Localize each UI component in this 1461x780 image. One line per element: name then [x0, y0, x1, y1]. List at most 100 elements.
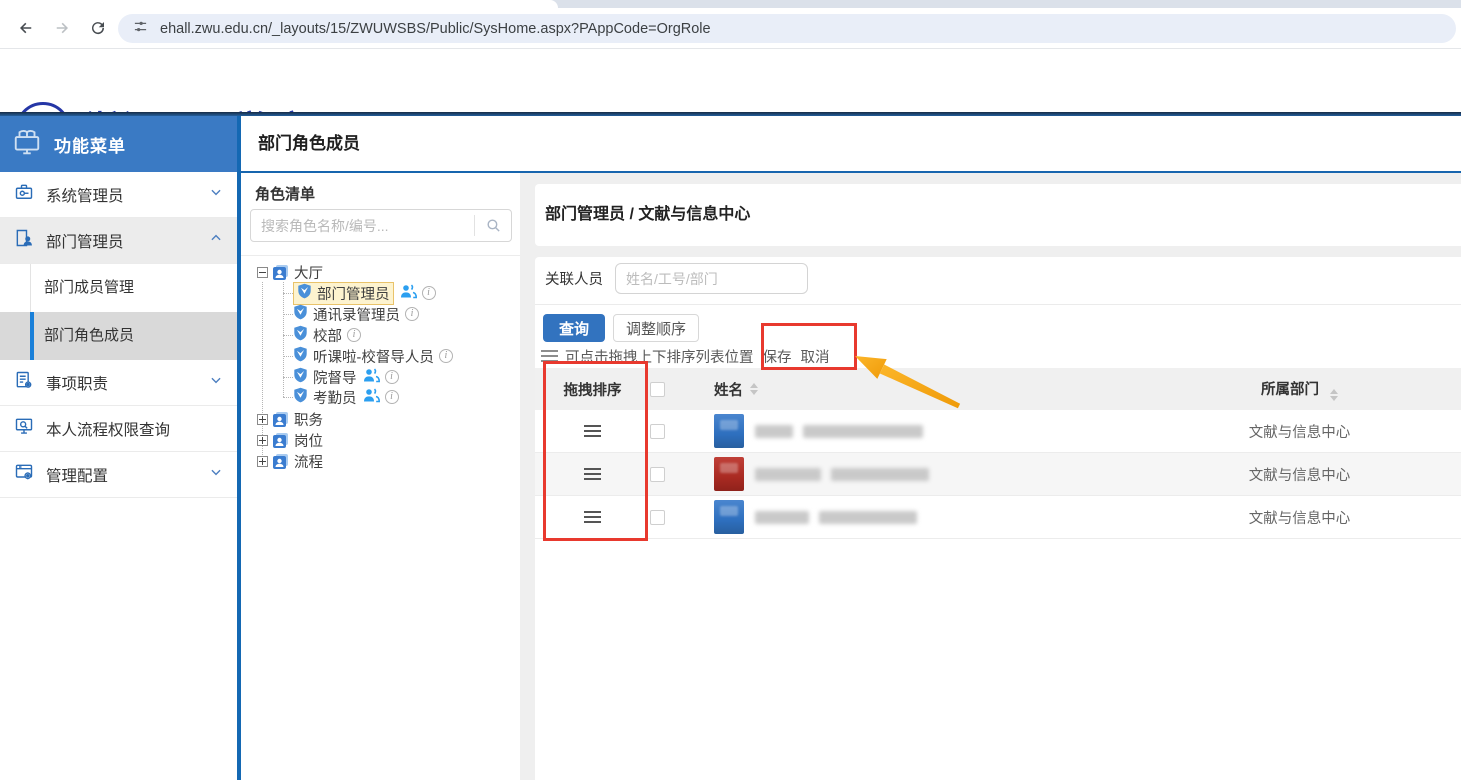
tree-node-tingkela[interactable]: 听课啦-校督导人员 i — [293, 346, 453, 366]
tree-node-zhiwu[interactable]: 职务 — [257, 409, 323, 429]
tree-node-hall[interactable]: 大厅 — [257, 262, 323, 282]
redacted-name — [755, 511, 809, 524]
tree-node-yuandudao[interactable]: 院督导 i — [293, 367, 399, 387]
avatar — [714, 414, 744, 448]
members-card: 关联人员 查询 调整顺序 可点击拖拽上下排序列表位置 保存 取消 拖拽排序 姓名 — [535, 257, 1461, 780]
chevron-up-icon — [209, 231, 223, 250]
info-icon[interactable]: i — [405, 307, 419, 321]
row-drag-handle[interactable] — [584, 511, 601, 523]
url-bar[interactable]: ehall.zwu.edu.cn/_layouts/15/ZWUWSBS/Pub… — [118, 14, 1456, 43]
sidebar-item-system-admin[interactable]: 系统管理员 — [0, 172, 237, 218]
sidebar-item-label: 管理配置 — [46, 464, 108, 486]
active-tab[interactable] — [0, 0, 558, 8]
filter-label: 关联人员 — [545, 268, 603, 289]
collapse-icon[interactable] — [257, 267, 268, 278]
table-row: 文献与信息中心 — [535, 496, 1461, 539]
row-drag-handle[interactable] — [584, 425, 601, 437]
selected-tree-node[interactable]: 部门管理员 — [293, 282, 394, 305]
back-icon[interactable] — [16, 18, 36, 38]
refresh-icon[interactable] — [88, 18, 108, 38]
role-tree: 大厅 部门管理员 i — [241, 255, 520, 780]
sidebar-item-matter-duty[interactable]: 事项职责 — [0, 360, 237, 406]
tree-node-xiaobu[interactable]: 校部 i — [293, 325, 361, 345]
sidebar-item-admin-config[interactable]: 管理配置 — [0, 452, 237, 498]
tree-node-contacts-admin[interactable]: 通讯录管理员 i — [293, 304, 419, 324]
tree-node-gangwei[interactable]: 岗位 — [257, 430, 323, 450]
forward-icon[interactable] — [52, 18, 72, 38]
window-gear-icon — [14, 462, 34, 487]
row-checkbox[interactable] — [650, 467, 665, 482]
sidebar-header: 功能菜单 — [0, 116, 237, 172]
info-icon[interactable]: i — [347, 328, 361, 342]
sidebar-item-dept-role-member[interactable]: 部门角色成员 — [0, 312, 237, 360]
people-icon[interactable] — [363, 368, 380, 387]
sidebar-item-my-process-permission[interactable]: 本人流程权限查询 — [0, 406, 237, 452]
search-icon[interactable] — [475, 217, 511, 234]
save-link[interactable]: 保存 — [763, 346, 792, 367]
role-search-box — [250, 209, 512, 242]
redacted-detail — [819, 511, 917, 524]
browser-toolbar: ehall.zwu.edu.cn/_layouts/15/ZWUWSBS/Pub… — [0, 8, 1461, 49]
sidebar-item-dept-member-mgmt[interactable]: 部门成员管理 — [0, 264, 237, 312]
col-name-header[interactable]: 姓名 — [692, 379, 1090, 400]
info-icon[interactable]: i — [385, 370, 399, 384]
tree-node-label: 通讯录管理员 — [313, 304, 400, 325]
row-checkbox[interactable] — [650, 424, 665, 439]
shield-icon — [293, 304, 308, 324]
expand-icon[interactable] — [257, 456, 268, 467]
query-button[interactable]: 查询 — [543, 314, 605, 342]
sidebar-item-label: 系统管理员 — [46, 184, 124, 206]
info-icon[interactable]: i — [385, 390, 399, 404]
shield-icon — [293, 346, 308, 366]
info-icon[interactable]: i — [422, 286, 436, 300]
url-text: ehall.zwu.edu.cn/_layouts/15/ZWUWSBS/Pub… — [160, 21, 711, 37]
sidebar-item-dept-admin[interactable]: 部门管理员 — [0, 218, 237, 264]
document-gear-icon — [14, 370, 34, 395]
monitor-search-icon — [14, 416, 34, 441]
expand-icon[interactable] — [257, 435, 268, 446]
sidebar-submenu: 部门成员管理 部门角色成员 — [0, 264, 237, 360]
filter-row: 关联人员 — [535, 263, 1461, 294]
table-header: 拖拽排序 姓名 所属部门 — [535, 368, 1461, 410]
cancel-link[interactable]: 取消 — [801, 346, 830, 367]
page-title-band: 部门角色成员 — [241, 116, 1461, 171]
col-dept-header[interactable]: 所属部门 — [1090, 378, 1461, 401]
screen: ehall.zwu.edu.cn/_layouts/15/ZWUWSBS/Pub… — [0, 0, 1461, 780]
expand-icon[interactable] — [257, 414, 268, 425]
chevron-down-icon — [209, 465, 223, 484]
button-row: 查询 调整顺序 — [543, 314, 699, 342]
sidebar: 功能菜单 系统管理员 部门 — [0, 116, 237, 780]
sidebar-item-label: 本人流程权限查询 — [46, 418, 170, 440]
shield-icon — [293, 387, 308, 407]
tree-connector — [283, 356, 293, 357]
select-all-checkbox[interactable] — [650, 382, 665, 397]
tree-connector — [283, 314, 293, 315]
avatar — [714, 500, 744, 534]
tree-connector — [283, 377, 293, 378]
tree-node-label: 大厅 — [294, 262, 323, 283]
people-icon[interactable] — [363, 388, 380, 407]
role-search-input[interactable] — [251, 218, 474, 234]
site-settings-icon[interactable] — [133, 19, 148, 39]
sort-icon[interactable] — [1330, 389, 1338, 401]
tree-node-label: 岗位 — [294, 430, 323, 451]
avatar — [714, 457, 744, 491]
info-icon[interactable]: i — [439, 349, 453, 363]
row-checkbox[interactable] — [650, 510, 665, 525]
drag-icon — [541, 350, 558, 362]
sort-icon[interactable] — [750, 383, 758, 395]
row-drag-handle[interactable] — [584, 468, 601, 480]
col-dept-label: 所属部门 — [1261, 382, 1319, 398]
tree-node-dept-admin[interactable]: 部门管理员 i — [293, 283, 436, 303]
org-card-icon — [272, 432, 289, 449]
person-filter-input[interactable] — [615, 263, 808, 294]
table-row: 文献与信息中心 — [535, 453, 1461, 496]
briefcase-icon — [14, 182, 34, 207]
adjust-order-button[interactable]: 调整顺序 — [613, 314, 699, 342]
people-icon[interactable] — [400, 284, 417, 303]
row-department: 文献与信息中心 — [1090, 464, 1461, 485]
table-row: 文献与信息中心 — [535, 410, 1461, 453]
tree-node-liucheng[interactable]: 流程 — [257, 451, 323, 471]
col-name-label: 姓名 — [714, 379, 743, 400]
tree-node-kaoqinyuan[interactable]: 考勤员 i — [293, 387, 399, 407]
